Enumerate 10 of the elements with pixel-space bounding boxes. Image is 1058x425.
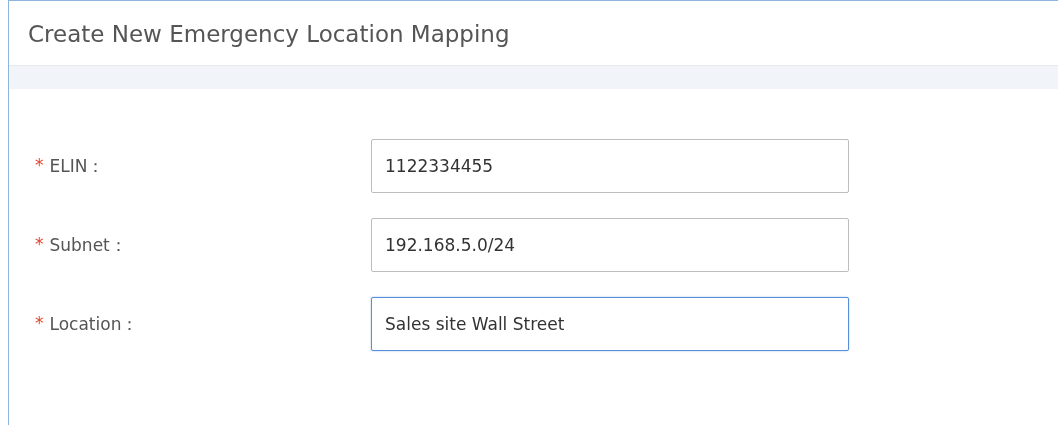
field-label: Subnet： — [49, 233, 127, 257]
input-field[interactable]: Sales site Wall Street — [371, 297, 849, 351]
required-mark: * — [35, 233, 44, 256]
required-mark: * — [35, 312, 44, 335]
dialog-title: Create New Emergency Location Mapping — [27, 20, 511, 49]
input-field[interactable]: 192.168.5.0/24 — [371, 218, 849, 272]
required-mark: * — [35, 154, 44, 177]
input-field[interactable]: 1122334455 — [371, 139, 849, 193]
field-label: Location： — [49, 312, 139, 336]
field-label: ELIN： — [49, 154, 105, 178]
